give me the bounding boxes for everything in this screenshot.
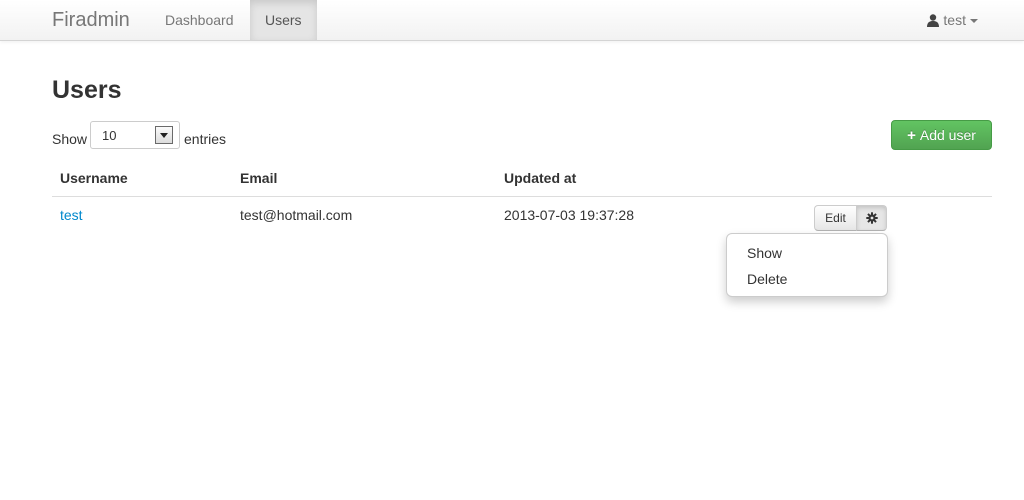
chevron-down-icon: [970, 19, 978, 24]
add-user-button[interactable]: + Add user: [891, 120, 992, 150]
column-header-username: Username: [60, 170, 128, 186]
actions-dropdown-menu: Show Delete: [726, 233, 888, 297]
entries-label: entries: [184, 131, 227, 147]
user-menu[interactable]: test: [927, 0, 978, 40]
show-label: Show: [52, 131, 88, 147]
actions-dropdown-toggle[interactable]: [856, 205, 887, 231]
plus-icon: +: [907, 127, 916, 144]
column-header-updated-at: Updated at: [504, 170, 577, 186]
edit-button[interactable]: Edit: [814, 205, 857, 231]
menu-item-delete[interactable]: Delete: [727, 267, 887, 291]
username-link[interactable]: test: [60, 207, 83, 223]
chevron-down-icon[interactable]: [155, 126, 173, 144]
add-user-label: Add user: [919, 127, 976, 143]
column-header-email: Email: [240, 170, 278, 186]
entries-select-value: 10: [102, 128, 117, 143]
email-cell: test@hotmail.com: [240, 207, 353, 223]
entries-select[interactable]: 10: [90, 121, 180, 149]
user-name: test: [943, 12, 966, 28]
gear-icon: [866, 212, 878, 224]
nav-item-users[interactable]: Users: [250, 0, 317, 40]
navbar: Firadmin Dashboard Users test: [0, 0, 1024, 41]
user-icon: [927, 2, 940, 27]
menu-item-show[interactable]: Show: [727, 241, 887, 265]
updated-at-cell: 2013-07-03 19:37:28: [504, 207, 634, 223]
table-divider: [52, 196, 992, 197]
nav-item-dashboard[interactable]: Dashboard: [150, 0, 249, 40]
page-title: Users: [52, 76, 122, 104]
brand-logo[interactable]: Firadmin: [52, 9, 130, 32]
